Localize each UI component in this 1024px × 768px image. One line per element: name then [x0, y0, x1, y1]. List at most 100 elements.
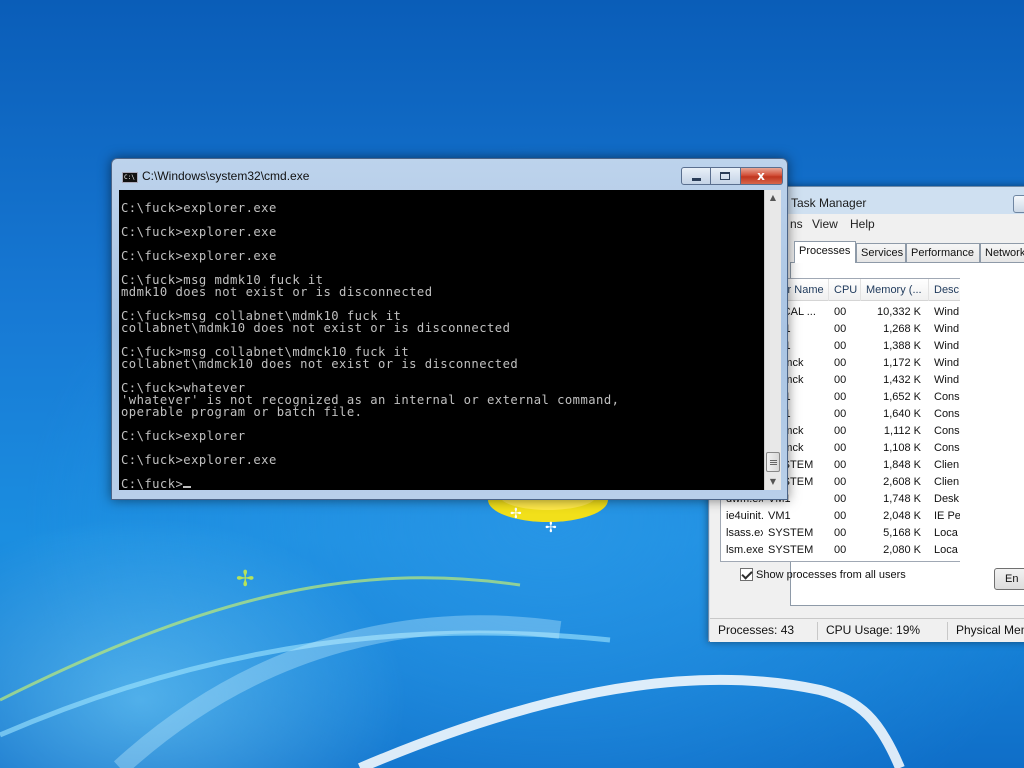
- cell-description: Desk: [934, 493, 960, 505]
- svg-text:✢: ✢: [510, 506, 522, 522]
- task-manager-statusbar: Processes: 43 CPU Usage: 19% Physical Me…: [710, 618, 1024, 642]
- tab-networking[interactable]: Networki: [980, 243, 1024, 262]
- console-line: C:\fuck>explorer.exe: [121, 225, 277, 239]
- console-line: collabnet\mdmck10 does not exist or is d…: [121, 357, 519, 371]
- cell-user-name: SYSTEM: [768, 527, 814, 539]
- cell-description: Wind: [934, 374, 960, 386]
- cell-memory: 1,748 K: [883, 493, 921, 505]
- cell-memory: 1,172 K: [883, 357, 921, 369]
- cell-cpu: 00: [834, 323, 847, 335]
- cell-cpu: 00: [834, 459, 847, 471]
- cell-image-name: lsass.exe: [726, 527, 763, 539]
- cell-memory: 2,080 K: [883, 544, 921, 556]
- minimize-icon: [692, 178, 701, 181]
- show-all-users-checkbox[interactable]: Show processes from all users: [740, 568, 906, 581]
- cell-description: Loca: [934, 544, 958, 556]
- console-text: C:\fuck>explorer.exe C:\fuck>explorer.ex…: [121, 202, 619, 490]
- scrollbar-thumb[interactable]: [766, 452, 780, 472]
- console-line: C:\fuck>explorer.exe: [121, 453, 277, 467]
- cell-memory: 1,848 K: [883, 459, 921, 471]
- cell-cpu: 00: [834, 306, 847, 318]
- cell-description: Cons: [934, 391, 960, 403]
- console-prompt: C:\fuck>: [121, 477, 184, 490]
- cell-cpu: 00: [834, 510, 847, 522]
- cell-memory: 2,048 K: [883, 510, 921, 522]
- cell-cpu: 00: [834, 374, 847, 386]
- console-scrollbar[interactable]: ▲ ▼: [764, 190, 781, 490]
- console-line: operable program or batch file.: [121, 405, 363, 419]
- cell-image-name: ie4uinit.exe: [726, 510, 763, 522]
- status-processes: Processes: 43: [710, 622, 818, 640]
- cell-memory: 1,652 K: [883, 391, 921, 403]
- column-description[interactable]: Desc: [929, 279, 960, 301]
- text-cursor: [183, 486, 192, 488]
- cmd-titlebar[interactable]: C:\ C:\Windows\system32\cmd.exe x: [112, 159, 787, 189]
- column-memory[interactable]: Memory (...: [861, 279, 929, 301]
- cell-cpu: 00: [834, 476, 847, 488]
- scroll-down-arrow-icon[interactable]: ▼: [765, 474, 781, 490]
- cell-description: Cons: [934, 425, 960, 437]
- cell-description: IE Pe: [934, 510, 960, 522]
- console-line: C:\fuck>explorer: [121, 429, 246, 443]
- cmd-window-title: C:\Windows\system32\cmd.exe: [142, 169, 310, 183]
- cell-description: Wind: [934, 357, 960, 369]
- cell-memory: 1,112 K: [883, 425, 921, 437]
- svg-text:✢: ✢: [545, 520, 557, 536]
- cell-description: Cons: [934, 408, 960, 420]
- console-line: mdmk10 does not exist or is disconnected: [121, 285, 433, 299]
- cell-description: Loca: [934, 527, 958, 539]
- table-row[interactable]: ie4uinit.exe VM1 00 2,048 K IE Pe: [721, 508, 960, 525]
- scroll-up-arrow-icon[interactable]: ▲: [765, 190, 781, 206]
- cell-cpu: 00: [834, 527, 847, 539]
- cell-description: Cons: [934, 442, 960, 454]
- cell-memory: 1,268 K: [883, 323, 921, 335]
- cell-memory: 1,108 K: [883, 442, 921, 454]
- cell-image-name: lsm.exe: [726, 544, 763, 556]
- cell-description: Wind: [934, 306, 960, 318]
- cell-memory: 10,332 K: [876, 306, 921, 318]
- menu-help[interactable]: Help: [850, 217, 875, 231]
- cmd-window[interactable]: C:\ C:\Windows\system32\cmd.exe x C:\fuc…: [111, 158, 788, 500]
- column-cpu[interactable]: CPU: [829, 279, 861, 301]
- minimize-button[interactable]: [681, 167, 711, 185]
- checkbox-checked-icon[interactable]: [740, 568, 753, 581]
- cell-cpu: 00: [834, 357, 847, 369]
- tab-processes[interactable]: Processes: [794, 241, 856, 263]
- status-physical-memory: Physical Mem: [956, 623, 1024, 637]
- cell-description: Wind: [934, 323, 960, 335]
- menu-options[interactable]: ns: [790, 217, 803, 231]
- status-cpu-usage: CPU Usage: 19%: [818, 622, 948, 640]
- menu-view[interactable]: View: [812, 217, 838, 231]
- cell-cpu: 00: [834, 442, 847, 454]
- console-output[interactable]: C:\fuck>explorer.exe C:\fuck>explorer.ex…: [119, 190, 764, 490]
- cmd-app-icon[interactable]: C:\: [122, 172, 138, 183]
- cell-description: Wind: [934, 340, 960, 352]
- cell-cpu: 00: [834, 408, 847, 420]
- console-line: C:\fuck>explorer.exe: [121, 249, 277, 263]
- cell-cpu: 00: [834, 493, 847, 505]
- task-manager-maximize-button[interactable]: [1013, 195, 1024, 213]
- svg-text:✢: ✢: [236, 567, 254, 592]
- close-button[interactable]: x: [741, 167, 783, 185]
- table-row[interactable]: lsass.exe SYSTEM 00 5,168 K Loca: [721, 525, 960, 542]
- maximize-icon: [720, 172, 730, 180]
- cell-cpu: 00: [834, 391, 847, 403]
- cell-cpu: 00: [834, 340, 847, 352]
- cell-description: Clien: [934, 476, 960, 488]
- cell-cpu: 00: [834, 544, 847, 556]
- task-manager-title: Task Manager: [791, 196, 867, 210]
- tab-services[interactable]: Services: [856, 243, 906, 262]
- console-line: collabnet\mdmk10 does not exist or is di…: [121, 321, 511, 335]
- close-icon: x: [757, 169, 765, 183]
- table-row[interactable]: lsm.exe SYSTEM 00 2,080 K Loca: [721, 542, 960, 559]
- tab-performance[interactable]: Performance: [906, 243, 980, 262]
- cell-memory: 5,168 K: [883, 527, 921, 539]
- cell-memory: 1,432 K: [883, 374, 921, 386]
- cell-user-name: SYSTEM: [768, 544, 814, 556]
- cell-memory: 2,608 K: [883, 476, 921, 488]
- cell-user-name: VM1: [768, 510, 791, 522]
- cell-memory: 1,388 K: [883, 340, 921, 352]
- end-process-button[interactable]: En: [994, 568, 1024, 590]
- maximize-button[interactable]: [711, 167, 741, 185]
- console-line: C:\fuck>explorer.exe: [121, 201, 277, 215]
